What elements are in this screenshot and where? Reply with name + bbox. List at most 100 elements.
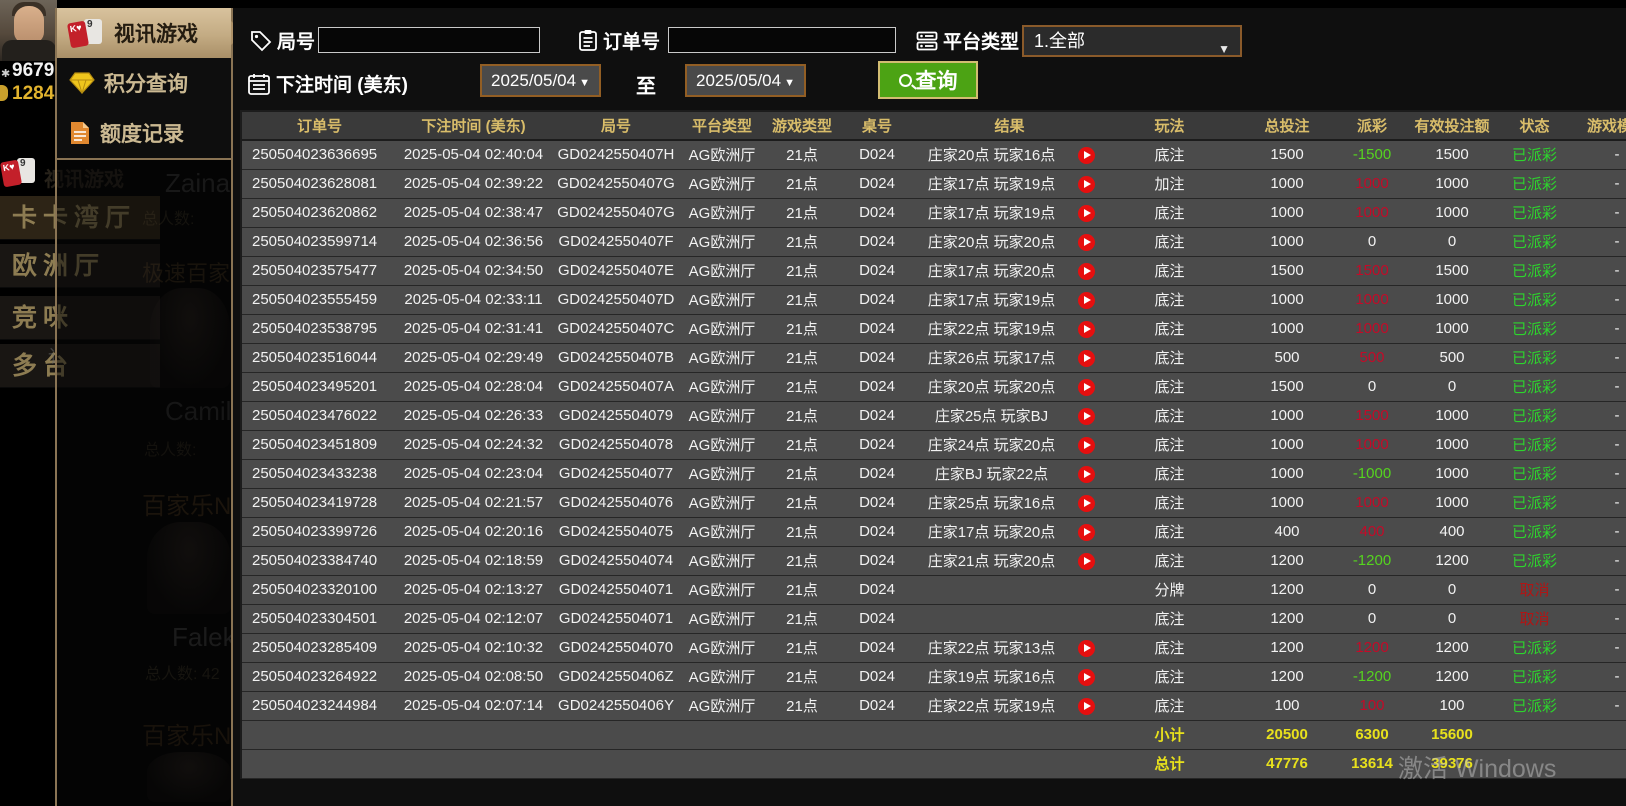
result-text: 庄家17点 玩家20点 xyxy=(927,263,1056,280)
cell-result: 庄家20点 玩家20点 xyxy=(912,372,1107,402)
cell-payout: 1000 xyxy=(1342,285,1402,315)
cell-platform: AG欧洲厅 xyxy=(682,401,762,431)
column-header: 游戏模式 xyxy=(1567,112,1626,141)
replay-play-icon[interactable] xyxy=(1078,697,1095,715)
date-from-value: 2025/05/04 xyxy=(491,71,577,90)
cell-result: 庄家17点 玩家19点 xyxy=(912,169,1107,199)
faint-background-text: 百家乐N07 xyxy=(142,723,231,750)
cell-status: 已派彩 xyxy=(1502,662,1567,692)
cell-order-no: 250504023620862 xyxy=(242,198,397,228)
cell-round-no: GD02425504070 xyxy=(550,633,682,663)
replay-play-icon[interactable] xyxy=(1078,291,1095,309)
cell-payout: 500 xyxy=(1342,343,1402,373)
result-text: 庄家20点 玩家20点 xyxy=(927,379,1056,396)
order-no-input[interactable] xyxy=(668,27,896,53)
replay-play-icon[interactable] xyxy=(1078,175,1095,193)
cell-result xyxy=(912,604,1107,634)
cell-game-type: 21点 xyxy=(762,517,842,547)
replay-play-icon[interactable] xyxy=(1078,407,1095,425)
result-text: 庄家19点 玩家16点 xyxy=(927,669,1056,686)
replay-play-icon[interactable] xyxy=(1078,523,1095,541)
cell-payout: 0 xyxy=(1342,372,1402,402)
cell-round-no: GD0242550407A xyxy=(550,372,682,402)
records-panel: 局号 订单号 平台类型 1.全部 ▼ 下注时间 (美东) 2025/05/04 ▼… xyxy=(233,8,1626,806)
replay-play-icon[interactable] xyxy=(1078,262,1095,280)
cell-game-type: 21点 xyxy=(762,372,842,402)
player-points: 1284 xyxy=(12,83,55,104)
cell-order-no: 250504023451809 xyxy=(242,430,397,460)
cell-table-no: D024 xyxy=(842,314,912,344)
replay-play-icon[interactable] xyxy=(1078,233,1095,251)
cell-order-no: 250504023419728 xyxy=(242,488,397,518)
replay-play-icon[interactable] xyxy=(1078,668,1095,686)
cell-round-no: GD0242550407B xyxy=(550,343,682,373)
subtotal-bet: 20500 xyxy=(1232,720,1342,750)
cell-round-no: GD0242550406Z xyxy=(550,662,682,692)
replay-play-icon[interactable] xyxy=(1078,349,1095,367)
cell-play-type: 底注 xyxy=(1107,256,1232,286)
subtotal-label: 小计 xyxy=(1107,720,1232,750)
platform-type-select[interactable]: 1.全部 ▼ xyxy=(1022,25,1242,57)
table-row: 250504023320100 2025-05-04 02:13:27 GD02… xyxy=(242,575,1626,605)
replay-play-icon[interactable] xyxy=(1078,465,1095,483)
cell-valid-bet: 1500 xyxy=(1402,140,1502,170)
cell-total-bet: 500 xyxy=(1232,343,1342,373)
cell-bet-time: 2025-05-04 02:07:14 xyxy=(397,691,550,721)
result-text: 庄家20点 玩家16点 xyxy=(927,147,1056,165)
cell-game-mode: - xyxy=(1567,314,1626,344)
cell-platform: AG欧洲厅 xyxy=(682,662,762,692)
date-to-picker[interactable]: 2025/05/04 ▼ xyxy=(685,64,806,97)
spacer-cell xyxy=(1567,720,1626,750)
cell-play-type: 底注 xyxy=(1107,430,1232,460)
cell-table-no: D024 xyxy=(842,372,912,402)
cell-game-type: 21点 xyxy=(762,256,842,286)
table-row: 250504023419728 2025-05-04 02:21:57 GD02… xyxy=(242,488,1626,518)
search-button[interactable]: 查询 xyxy=(878,61,978,99)
cell-platform: AG欧洲厅 xyxy=(682,314,762,344)
cell-game-mode: - xyxy=(1567,575,1626,605)
sidebar-item-video-games[interactable]: 9 K♥ 视讯游戏 xyxy=(57,8,244,58)
result-text: 庄家24点 玩家20点 xyxy=(927,437,1056,454)
cell-valid-bet: 1000 xyxy=(1402,285,1502,315)
cell-order-no: 250504023320100 xyxy=(242,575,397,605)
replay-play-icon[interactable] xyxy=(1078,552,1095,570)
date-from-picker[interactable]: 2025/05/04 ▼ xyxy=(480,64,601,97)
cell-payout: -1200 xyxy=(1342,546,1402,576)
cell-valid-bet: 0 xyxy=(1402,227,1502,257)
spacer-cell xyxy=(242,749,1107,779)
column-header: 游戏类型 xyxy=(762,112,842,141)
cell-order-no: 250504023495201 xyxy=(242,372,397,402)
sidebar-empty-panel: Zainab 总人数: 极速百家乐 Camila 总人数: 百家乐N73 Falek 总人数:… xyxy=(57,160,231,806)
replay-play-icon[interactable] xyxy=(1078,204,1095,222)
replay-play-icon[interactable] xyxy=(1078,639,1095,657)
cell-play-type: 底注 xyxy=(1107,633,1232,663)
cell-play-type: 底注 xyxy=(1107,285,1232,315)
cell-status: 已派彩 xyxy=(1502,285,1567,315)
faint-background-text: Camila xyxy=(165,396,231,426)
sidebar-item-credit-records[interactable]: 额度记录 xyxy=(57,108,231,158)
cell-result: 庄家26点 玩家17点 xyxy=(912,343,1107,373)
chevron-down-icon: ▼ xyxy=(1218,42,1230,56)
replay-play-icon[interactable] xyxy=(1078,320,1095,338)
cell-round-no: GD02425504071 xyxy=(550,575,682,605)
cards-icon: 9 K♥ xyxy=(66,19,105,49)
cell-valid-bet: 1000 xyxy=(1402,488,1502,518)
replay-play-icon[interactable] xyxy=(1078,436,1095,454)
cell-total-bet: 1500 xyxy=(1232,256,1342,286)
cell-status: 已派彩 xyxy=(1502,546,1567,576)
cell-play-type: 底注 xyxy=(1107,140,1232,170)
cell-order-no: 250504023628081 xyxy=(242,169,397,199)
cell-game-mode: - xyxy=(1567,691,1626,721)
round-no-input[interactable] xyxy=(318,27,540,53)
sidebar-item-points-query[interactable]: 积分查询 xyxy=(57,58,231,108)
cell-order-no: 250504023433238 xyxy=(242,459,397,489)
betting-records-screen: { "sidebar": { "items": [ { "label": "视讯… xyxy=(0,0,1626,806)
cell-game-type: 21点 xyxy=(762,198,842,228)
cell-platform: AG欧洲厅 xyxy=(682,227,762,257)
replay-play-icon[interactable] xyxy=(1078,147,1095,164)
replay-play-icon[interactable] xyxy=(1078,494,1095,512)
cell-payout: -1200 xyxy=(1342,662,1402,692)
cell-table-no: D024 xyxy=(842,169,912,199)
replay-play-icon[interactable] xyxy=(1078,378,1095,396)
cell-game-type: 21点 xyxy=(762,401,842,431)
